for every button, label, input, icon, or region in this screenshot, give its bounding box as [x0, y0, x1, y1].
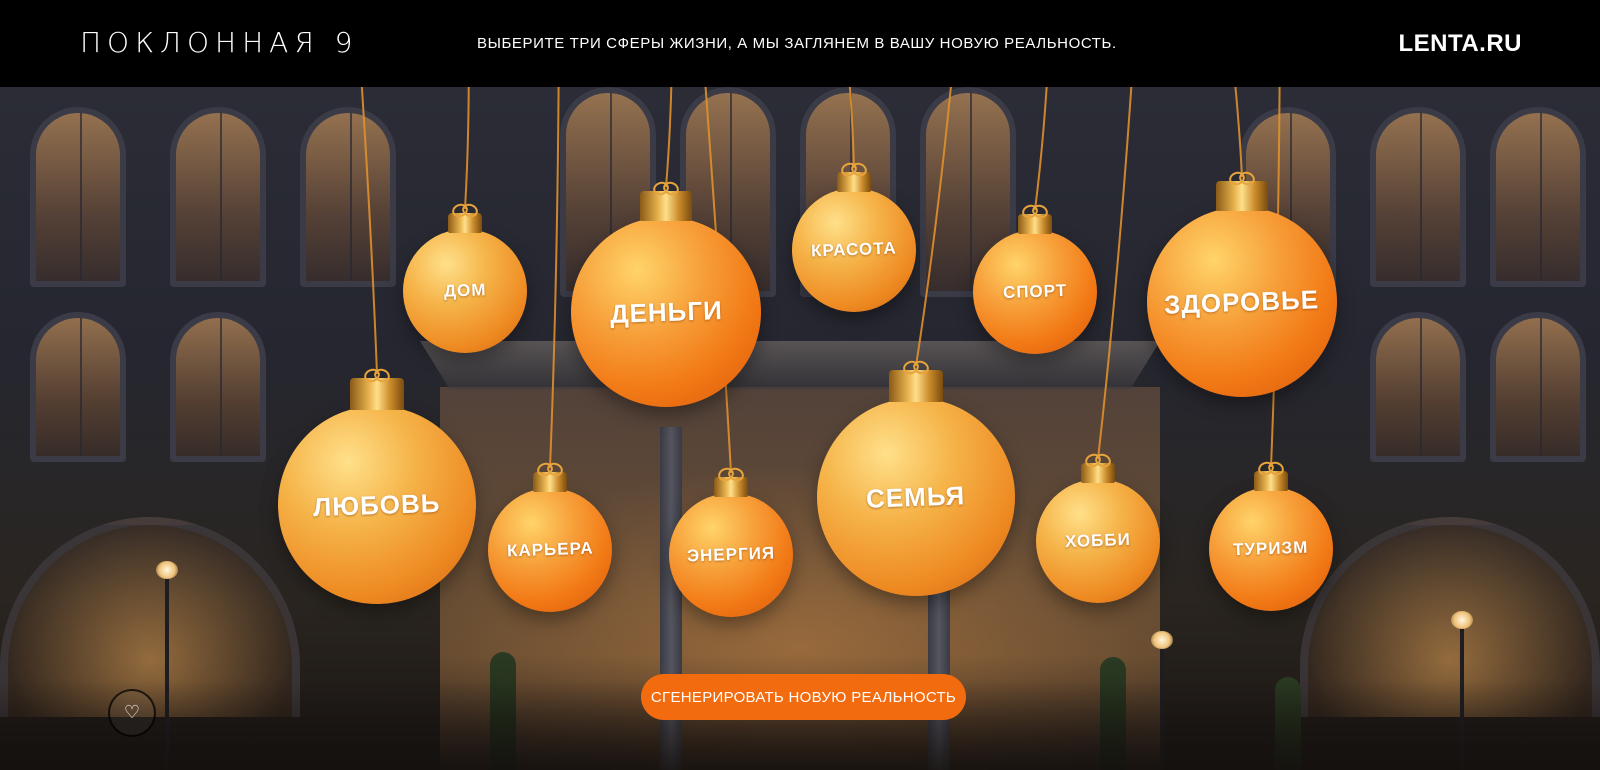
ornament-label: ДЕНЬГИ [609, 294, 723, 329]
ornament-label: ТУРИЗМ [1233, 537, 1309, 560]
ornament-cap [1081, 463, 1115, 483]
ornament-label: ЭНЕРГИЯ [686, 543, 776, 566]
brand-logo[interactable]: ПОКЛОННАЯ 9 [80, 26, 359, 59]
generate-reality-button[interactable]: СГЕНЕРИРОВАТЬ НОВУЮ РЕАЛЬНОСТЬ [641, 674, 966, 720]
ornament-label: КАРЬЕРА [506, 538, 594, 561]
ornament-bow [718, 468, 744, 478]
ornament-bow [452, 204, 478, 214]
ornament-bow [653, 182, 679, 192]
ornament-cap [837, 172, 871, 192]
heart-icon: ♡ [123, 702, 141, 723]
ornament-label: СЕМЬЯ [865, 479, 967, 514]
ornament-lyubov[interactable]: ЛЮБОВЬ [278, 406, 476, 604]
ornament-cap [533, 472, 567, 492]
hanging-strings [355, 0, 1281, 474]
ornament-hobbi[interactable]: ХОББИ [1036, 479, 1160, 603]
ornament-sport[interactable]: СПОРТ [973, 230, 1097, 354]
ornament-bow [1022, 205, 1048, 215]
ornament-bow [364, 369, 390, 379]
ornament-cap [350, 378, 404, 410]
ornament-label: ЗДОРОВЬЕ [1163, 283, 1320, 320]
ornament-cap [1018, 214, 1052, 234]
ornament-bow [1085, 454, 1111, 464]
ornament-bow [537, 463, 563, 473]
page-tagline: ВЫБЕРИТЕ ТРИ СФЕРЫ ЖИЗНИ, А МЫ ЗАГЛЯНЕМ … [477, 35, 1117, 52]
lenta-logo[interactable]: LENTA.RU [1398, 30, 1522, 58]
ornament-cap [640, 191, 692, 221]
ornament-zdorovye[interactable]: ЗДОРОВЬЕ [1147, 207, 1337, 397]
ornament-bow [841, 163, 867, 173]
ornament-dengi[interactable]: ДЕНЬГИ [571, 217, 761, 407]
ornament-dom[interactable]: ДОМ [403, 229, 527, 353]
ornament-bow [1229, 172, 1255, 182]
ornament-group: ДОМ ДЕНЬГИ КРАСОТА СПОРТ ЗДОРОВЬЕ ЛЮБОВЬ… [0, 0, 1600, 770]
favorite-button[interactable]: ♡ [108, 689, 156, 737]
ornament-semya[interactable]: СЕМЬЯ [817, 398, 1015, 596]
ornament-bow [903, 361, 929, 371]
ornament-cap [1216, 181, 1268, 211]
ornament-karyera[interactable]: КАРЬЕРА [488, 488, 612, 612]
ornament-bow [1258, 462, 1284, 472]
ornament-cap [714, 477, 748, 497]
ornament-cap [889, 370, 943, 402]
ornament-label: ДОМ [443, 280, 487, 301]
ornament-cap [448, 213, 482, 233]
ornament-label: ЛЮБОВЬ [312, 487, 442, 522]
ornament-krasota[interactable]: КРАСОТА [792, 188, 916, 312]
ornament-label: ХОББИ [1064, 529, 1132, 552]
header-bar: ПОКЛОННАЯ 9 ВЫБЕРИТЕ ТРИ СФЕРЫ ЖИЗНИ, А … [0, 0, 1600, 87]
ornament-turizm[interactable]: ТУРИЗМ [1209, 487, 1333, 611]
ornament-label: КРАСОТА [810, 238, 898, 261]
ornament-energiya[interactable]: ЭНЕРГИЯ [669, 493, 793, 617]
ornament-label: СПОРТ [1002, 280, 1068, 303]
ornament-cap [1254, 471, 1288, 491]
